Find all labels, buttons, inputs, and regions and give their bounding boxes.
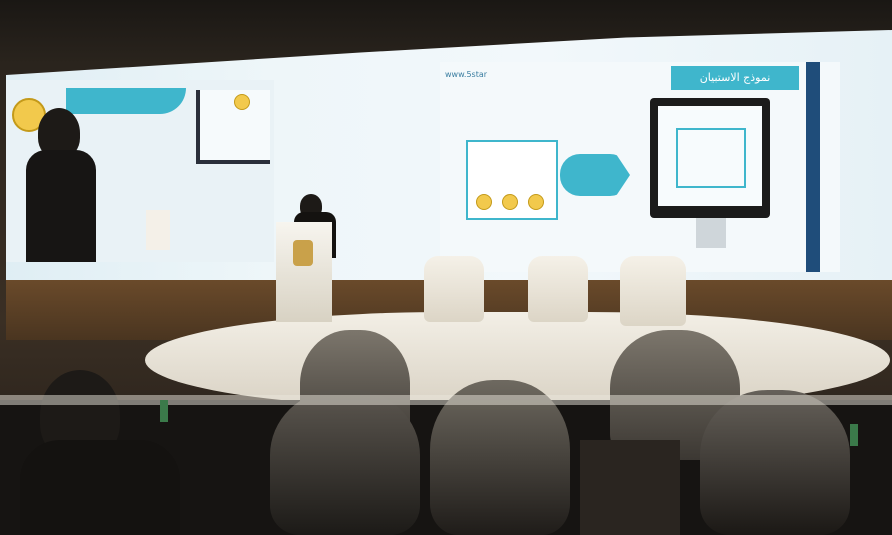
stage-chair: [528, 256, 588, 322]
stage-chair: [424, 256, 484, 322]
presenter-closeup-panel: [6, 80, 274, 262]
monitor-corner: [196, 90, 270, 164]
monitor-stand: [696, 218, 726, 248]
smile-face-icon: [528, 194, 544, 210]
monitor-survey-card: [676, 128, 746, 188]
conference-hall-photo: نموذج الاستبيان www.5star: [0, 0, 892, 535]
slide-logo: www.5star: [445, 70, 488, 79]
podium-emblem: [146, 210, 170, 250]
speech-bubble-shape: [66, 88, 186, 114]
audience-body: [20, 440, 180, 535]
slide-title: نموذج الاستبيان: [671, 66, 799, 90]
smile-face-icon: [502, 194, 518, 210]
smile-face-icon: [234, 94, 250, 110]
audience-ghutra: [270, 390, 420, 535]
smile-face-icon: [476, 194, 492, 210]
water-bottle: [160, 400, 168, 422]
monitor-screen: [658, 106, 762, 206]
audience-chair: [580, 440, 680, 535]
water-bottle: [850, 424, 858, 446]
survey-slide: [440, 62, 840, 272]
slide-side-bar: [806, 62, 820, 272]
presenter-body: [26, 150, 96, 262]
stage-chair: [620, 256, 686, 326]
arrow-shape: [560, 154, 630, 196]
podium: [276, 222, 332, 322]
emblem-icon: [293, 240, 313, 266]
monitor-icon: [650, 98, 770, 218]
survey-card: [466, 140, 558, 220]
table-edge: [0, 395, 892, 405]
audience-ghutra: [700, 390, 850, 535]
